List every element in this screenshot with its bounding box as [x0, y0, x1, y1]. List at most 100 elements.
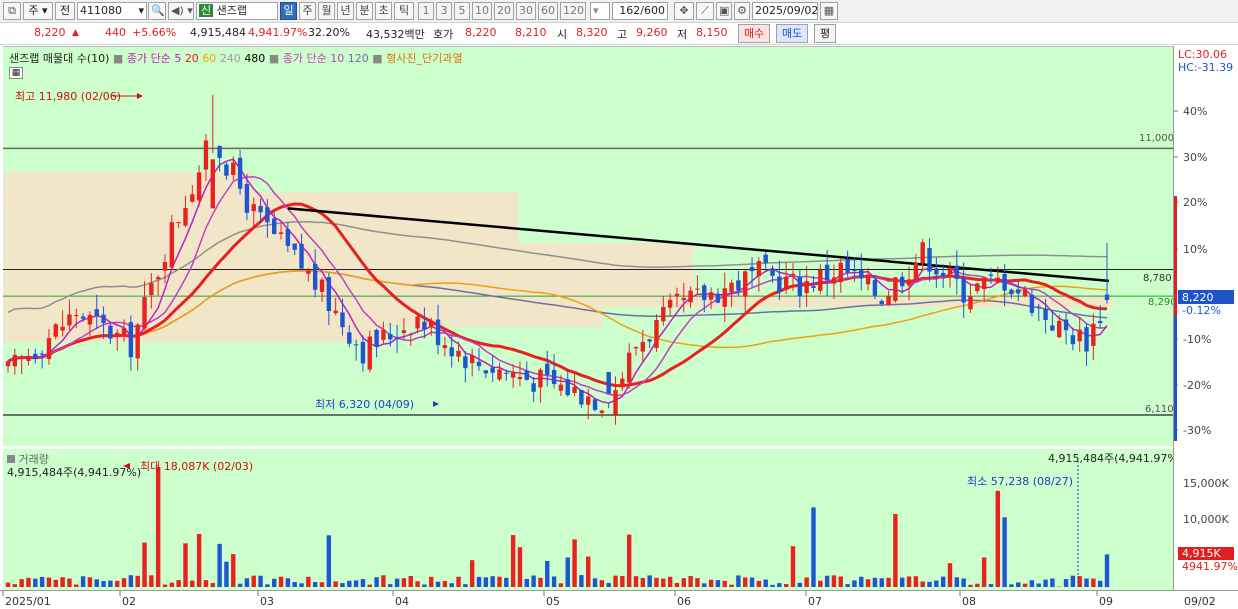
volume-bar — [115, 580, 120, 587]
volume-bar — [101, 581, 106, 587]
candle — [900, 276, 905, 287]
candle — [224, 164, 229, 176]
candle — [599, 410, 605, 413]
candle — [353, 344, 359, 346]
candle — [155, 277, 161, 280]
candle — [538, 369, 543, 388]
legend-ma-120: 120 — [347, 52, 369, 65]
bar-count-input[interactable]: 162/600 — [612, 2, 668, 20]
interval-60[interactable]: 60 — [538, 2, 558, 20]
period-day[interactable]: 일 — [280, 2, 297, 20]
candle — [442, 345, 448, 349]
volume-bar — [422, 584, 427, 587]
candle — [913, 263, 919, 281]
candle — [510, 372, 516, 378]
volume-bar — [729, 584, 734, 587]
volume-panel[interactable]: 최대 18,087K (02/03) 4,915,484주(4,941.97%) 최… — [3, 449, 1173, 590]
period-tick[interactable]: 틱 — [394, 2, 414, 20]
high-price: 9,260 — [636, 26, 668, 39]
stock-code-input[interactable]: 411080 ▾ — [77, 2, 147, 20]
candle — [142, 297, 147, 329]
volume-bar — [1002, 517, 1007, 587]
grid-icon[interactable]: ▦ — [9, 67, 23, 79]
candle — [620, 378, 625, 388]
period-month[interactable]: 월 — [318, 2, 335, 20]
date-input[interactable]: 2025/09/02 — [752, 2, 818, 20]
vol-tag: 4,915K — [1182, 547, 1221, 560]
candle — [783, 276, 789, 290]
quote-bar: 8,220 ▲ 440 +5.66% 4,915,484 4,941.97% 3… — [0, 23, 1238, 45]
volume-bar — [531, 575, 536, 587]
candle — [429, 321, 434, 327]
period-second[interactable]: 초 — [375, 2, 392, 20]
volume-bar — [1016, 582, 1021, 587]
crosshair-icon[interactable]: ✥ — [674, 2, 694, 20]
volume-bar — [483, 577, 489, 587]
volume-bar — [715, 580, 721, 587]
candle — [347, 332, 352, 344]
window-icon[interactable]: ⧉ — [3, 2, 21, 20]
period-minute[interactable]: 분 — [356, 2, 373, 20]
volume-bar — [435, 581, 441, 587]
candle — [927, 247, 932, 272]
volume-bar — [1022, 583, 1028, 587]
low-annotation: 최저 6,320 (04/09) — [315, 398, 414, 411]
volume-profile-band — [3, 327, 383, 342]
volume-bar — [87, 577, 93, 587]
volume-bar — [1043, 579, 1048, 587]
date-label: 03 — [260, 595, 274, 608]
calendar-icon[interactable]: ▦ — [820, 2, 838, 20]
candle — [749, 266, 755, 272]
candle — [661, 306, 666, 322]
volume-bar — [620, 576, 625, 587]
interval-30[interactable]: 30 — [516, 2, 536, 20]
volume-bar — [74, 584, 79, 587]
save-icon[interactable]: ▣ — [716, 2, 732, 20]
interval-120[interactable]: 120 — [560, 2, 586, 20]
sound-icon[interactable]: ◀) ▾ — [168, 2, 194, 20]
volume-bar — [736, 575, 741, 587]
stock-name-field[interactable]: 신 샌즈랩 — [196, 2, 278, 20]
range-bar-up — [1174, 196, 1177, 316]
interval-5[interactable]: 5 — [454, 2, 470, 20]
candle — [394, 338, 400, 340]
candle — [237, 157, 243, 189]
search-icon[interactable]: 🔍 — [148, 2, 166, 20]
chart-settings-icon[interactable]: ⟋ — [696, 2, 714, 20]
interval-3[interactable]: 3 — [436, 2, 452, 20]
ask-price: 8,220 — [465, 26, 497, 39]
interval-1[interactable]: 1 — [418, 2, 434, 20]
interval-10[interactable]: 10 — [472, 2, 492, 20]
volume-bar — [108, 580, 113, 587]
date-label: 02 — [122, 595, 136, 608]
period-week[interactable]: 주 — [299, 2, 316, 20]
volume-bar — [893, 514, 898, 587]
volume-bar — [1036, 583, 1041, 587]
price-chart-panel[interactable]: 최고 11,980 (02/06) 최저 6,320 (04/09) 11,000 6… — [3, 46, 1173, 446]
volume-bar — [975, 583, 980, 587]
interval-20[interactable]: 20 — [494, 2, 514, 20]
volume-bar — [708, 579, 714, 587]
volume-bar — [995, 490, 1000, 587]
sell-button[interactable]: 매도 — [776, 24, 809, 43]
mode-select[interactable]: 주 ▾ — [23, 2, 53, 20]
volume-bar — [756, 580, 762, 587]
price-chart[interactable]: 최고 11,980 (02/06) 최저 6,320 (04/09) 11,000 6… — [3, 47, 1173, 447]
volume-bar — [381, 575, 386, 587]
buy-button[interactable]: 매수 — [738, 24, 771, 43]
interval-dropdown[interactable]: ▾ — [590, 2, 610, 20]
candle — [654, 319, 659, 349]
volume-chart[interactable]: 최대 18,087K (02/03)4,915,484주(4,941.97%)최… — [3, 449, 1173, 590]
volume-bar — [681, 578, 686, 587]
candle — [381, 329, 386, 340]
volume-bar — [661, 578, 666, 587]
flat-button[interactable]: 평 — [814, 24, 837, 43]
gear-icon[interactable]: ⚙ — [734, 2, 750, 20]
candle — [893, 277, 898, 301]
period-year[interactable]: 년 — [337, 2, 354, 20]
volume-bar — [94, 579, 99, 587]
prev-button[interactable]: 전 — [55, 2, 75, 20]
volume-bar — [203, 580, 209, 587]
candle — [1057, 320, 1062, 338]
candle — [128, 322, 134, 358]
